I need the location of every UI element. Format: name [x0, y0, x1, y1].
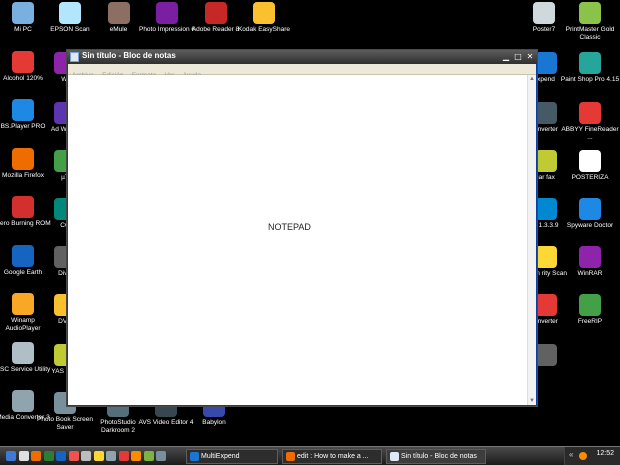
- window-title-bar[interactable]: Sin título - Bloc de notas ▁ □ ✕: [67, 50, 537, 64]
- taskbar: MultiExpend edit : How to make a ... Sin…: [0, 446, 620, 465]
- task-label: MultiExpend: [201, 453, 240, 460]
- task-label: Sin título - Bloc de notas: [401, 453, 477, 460]
- quick-launch-icon[interactable]: [143, 451, 154, 461]
- multiexpend-icon: [190, 452, 199, 461]
- alcohol-icon: [12, 50, 34, 73]
- freerip-icon: [579, 294, 601, 316]
- bsplayer-icon: [12, 99, 34, 121]
- firefox-icon: [12, 147, 34, 170]
- notepad-icon: [390, 452, 399, 461]
- epson-scan-icon: [59, 2, 81, 24]
- desktop-shortcut[interactable]: PrintMaster Gold Classic: [560, 2, 620, 42]
- quick-launch-icon[interactable]: [43, 451, 54, 461]
- quick-launch-icon[interactable]: [118, 451, 129, 461]
- app-icon: [535, 344, 557, 366]
- notepad-icon: [70, 52, 79, 62]
- close-button[interactable]: ✕: [525, 52, 535, 62]
- shortcut-label: Babylon: [202, 419, 226, 426]
- system-tray: « 12:52: [564, 447, 620, 465]
- multiexpend-icon: [535, 52, 557, 74]
- tray-expand-icon[interactable]: «: [569, 450, 573, 459]
- desktop-shortcut[interactable]: Kodak EasyShare: [234, 2, 294, 34]
- spyware-doctor-icon: [579, 198, 601, 220]
- maximize-button[interactable]: □: [513, 52, 523, 62]
- printmaster-icon: [579, 2, 601, 24]
- quick-launch-icon[interactable]: [6, 451, 16, 461]
- taskbar-button-multiexpend[interactable]: MultiExpend: [186, 449, 278, 464]
- shortcut-label: PrintMaster Gold Classic: [565, 26, 615, 41]
- printer-icon: [12, 341, 34, 364]
- minimize-button[interactable]: ▁: [501, 52, 511, 62]
- quick-launch-icon[interactable]: [131, 451, 141, 461]
- converter-icon: [535, 102, 557, 124]
- photo-impression-icon: [156, 2, 178, 24]
- poster-icon: [533, 2, 555, 24]
- vertical-scrollbar[interactable]: ▲ ▼: [527, 75, 536, 405]
- scroll-up-icon[interactable]: ▲: [528, 75, 536, 83]
- shortcut-label: Kodak EasyShare: [237, 26, 291, 33]
- paintshop-icon: [579, 52, 601, 74]
- emule-icon: [107, 2, 130, 24]
- nero-icon: [12, 196, 34, 218]
- quick-launch-icon[interactable]: [93, 451, 104, 461]
- quick-launch-icon[interactable]: [106, 451, 116, 461]
- notepad-label: NOTEPAD: [268, 222, 311, 232]
- quick-launch-icon[interactable]: [156, 451, 166, 461]
- notepad-window[interactable]: Sin título - Bloc de notas ▁ □ ✕ Archivo…: [66, 49, 538, 407]
- computer-icon: [12, 2, 34, 24]
- fax-icon: [535, 150, 557, 172]
- adobe-reader-icon: [204, 2, 227, 24]
- shortcut-label: Photo Book Screen Saver: [36, 416, 93, 431]
- quick-launch-icon[interactable]: [56, 451, 66, 461]
- taskbar-button-firefox[interactable]: edit : How to make a ...: [282, 449, 382, 464]
- quick-launch-icon[interactable]: [18, 451, 29, 461]
- clock: 12:52: [596, 450, 614, 457]
- task-label: edit : How to make a ...: [297, 453, 369, 460]
- media-converter-icon: [12, 390, 34, 412]
- firefox-icon: [286, 452, 295, 461]
- app-icon: [535, 198, 557, 220]
- scroll-down-icon[interactable]: ▼: [528, 397, 536, 405]
- abbyy-icon: [579, 102, 601, 124]
- quick-launch-icon[interactable]: [68, 451, 79, 461]
- quick-launch-icon[interactable]: [81, 451, 91, 461]
- taskbar-button-notepad[interactable]: Sin título - Bloc de notas: [386, 449, 486, 464]
- menu-bar: Archivo Edición Formato Ver Ayuda: [68, 64, 536, 79]
- winamp-icon: [12, 293, 34, 315]
- quick-launch-icon[interactable]: [31, 451, 41, 461]
- text-edit-area[interactable]: NOTEPAD ▲ ▼: [68, 75, 536, 405]
- tray-app-icon[interactable]: [579, 452, 587, 460]
- google-earth-icon: [12, 244, 34, 267]
- norton-icon: [535, 246, 557, 268]
- kodak-icon: [253, 2, 275, 24]
- posteriza-icon: [579, 150, 601, 172]
- converter-icon: [535, 294, 557, 316]
- winrar-icon: [579, 246, 601, 268]
- window-title: Sin título - Bloc de notas: [82, 51, 176, 60]
